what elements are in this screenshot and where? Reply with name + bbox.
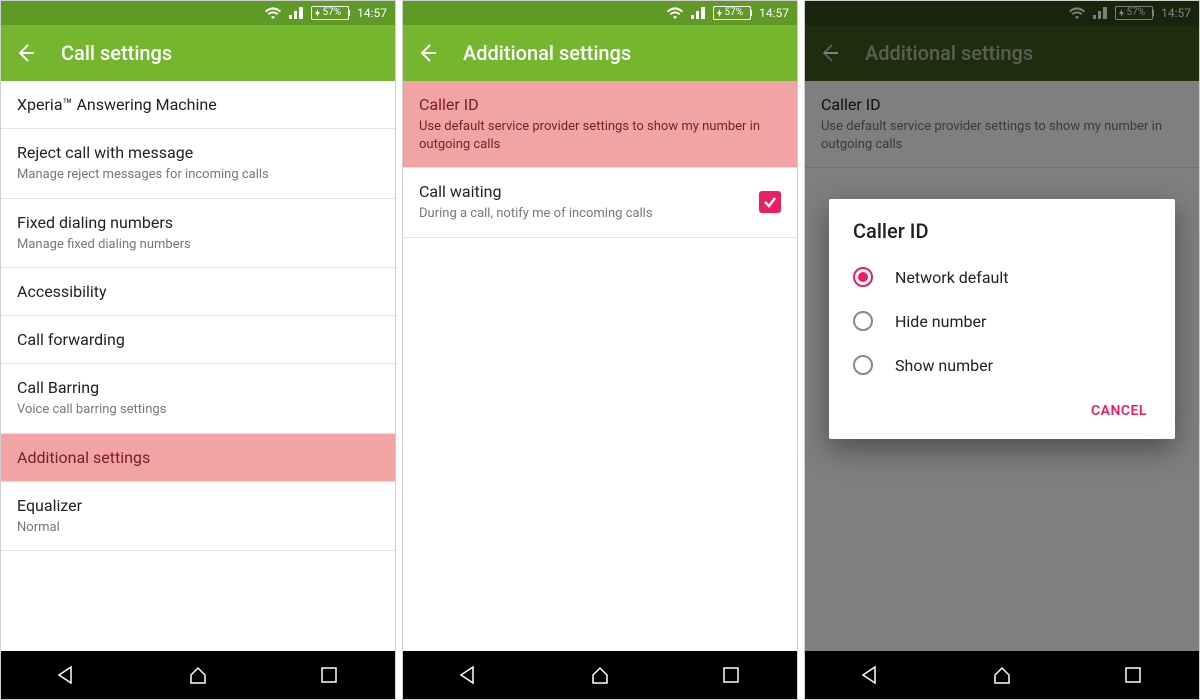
screen-call-settings: 57% 14:57 Call settings Xperia™ Answerin… [0, 0, 396, 700]
status-bar: 57% 14:57 [1, 1, 395, 25]
clock-text: 14:57 [357, 6, 387, 20]
battery-text: 57% [1127, 7, 1146, 19]
radio-icon [853, 311, 873, 331]
list-item-title: Call forwarding [17, 330, 379, 349]
page-title: Call settings [61, 41, 172, 65]
nav-home-icon[interactable] [588, 663, 612, 687]
nav-bar [805, 651, 1199, 699]
list-item-sub: During a call, notify me of incoming cal… [419, 205, 747, 223]
list-item-call-barring[interactable]: Call Barring Voice call barring settings [1, 364, 395, 434]
nav-home-icon[interactable] [990, 663, 1014, 687]
screen-caller-id-dialog: 57% 14:57 Additional settings Caller ID … [804, 0, 1200, 700]
page-title: Additional settings [865, 41, 1033, 65]
list-item-sub: Use default service provider settings to… [821, 118, 1183, 153]
app-bar: Additional settings [403, 25, 797, 81]
list-item-title: Caller ID [821, 95, 1183, 114]
list-item-call-waiting[interactable]: Call waiting During a call, notify me of… [403, 168, 797, 238]
dialog-actions: CANCEL [829, 387, 1175, 431]
battery-indicator: 57% [1115, 6, 1154, 20]
list-item-caller-id[interactable]: Caller ID Use default service provider s… [403, 81, 797, 168]
list-item-title: Call Barring [17, 378, 379, 397]
nav-back-icon[interactable] [457, 663, 481, 687]
settings-list: Xperia™ Answering Machine Reject call wi… [1, 81, 395, 651]
back-icon[interactable] [13, 41, 37, 65]
radio-option-hide-number[interactable]: Hide number [829, 299, 1175, 343]
page-title: Additional settings [463, 41, 631, 65]
status-bar: 57% 14:57 [805, 1, 1199, 25]
radio-label: Network default [895, 268, 1009, 287]
signal-icon [289, 7, 303, 19]
list-item-fixed-dialing[interactable]: Fixed dialing numbers Manage fixed diali… [1, 199, 395, 269]
list-item-title: Additional settings [17, 448, 379, 467]
list-item-sub: Manage reject messages for incoming call… [17, 166, 379, 184]
clock-text: 14:57 [1161, 6, 1191, 20]
back-icon[interactable] [817, 41, 841, 65]
battery-indicator: 57% [713, 6, 752, 20]
settings-list: Caller ID Use default service provider s… [403, 81, 797, 651]
app-bar: Additional settings [805, 25, 1199, 81]
list-item-title: Call waiting [419, 182, 747, 201]
call-waiting-checkbox[interactable] [759, 191, 781, 213]
list-item-answering-machine[interactable]: Xperia™ Answering Machine [1, 81, 395, 129]
list-item-title: Reject call with message [17, 143, 379, 162]
signal-icon [691, 7, 705, 19]
nav-back-icon[interactable] [55, 663, 79, 687]
list-item-title: Fixed dialing numbers [17, 213, 379, 232]
nav-bar [403, 651, 797, 699]
radio-label: Hide number [895, 312, 986, 331]
radio-option-network-default[interactable]: Network default [829, 255, 1175, 299]
radio-option-show-number[interactable]: Show number [829, 343, 1175, 387]
list-item-reject-call[interactable]: Reject call with message Manage reject m… [1, 129, 395, 199]
battery-text: 57% [725, 7, 744, 19]
signal-icon [1093, 7, 1107, 19]
nav-home-icon[interactable] [186, 663, 210, 687]
nav-back-icon[interactable] [859, 663, 883, 687]
list-item-equalizer[interactable]: Equalizer Normal [1, 482, 395, 552]
list-item-accessibility[interactable]: Accessibility [1, 268, 395, 316]
battery-indicator: 57% [311, 6, 350, 20]
wifi-icon [1069, 7, 1085, 19]
list-item-sub: Use default service provider settings to… [419, 118, 781, 153]
nav-recent-icon[interactable] [317, 663, 341, 687]
screen-additional-settings: 57% 14:57 Additional settings Caller ID … [402, 0, 798, 700]
list-item-sub: Normal [17, 519, 379, 537]
wifi-icon [667, 7, 683, 19]
list-item-additional-settings[interactable]: Additional settings [1, 434, 395, 482]
list-item-sub: Voice call barring settings [17, 401, 379, 419]
list-item-caller-id[interactable]: Caller ID Use default service provider s… [805, 81, 1199, 168]
wifi-icon [265, 7, 281, 19]
caller-id-dialog: Caller ID Network default Hide number Sh… [829, 199, 1175, 439]
nav-bar [1, 651, 395, 699]
dialog-title: Caller ID [829, 199, 1175, 255]
list-item-title: Caller ID [419, 95, 781, 114]
radio-label: Show number [895, 356, 993, 375]
list-item-sub: Manage fixed dialing numbers [17, 236, 379, 254]
status-bar: 57% 14:57 [403, 1, 797, 25]
clock-text: 14:57 [759, 6, 789, 20]
radio-icon [853, 267, 873, 287]
nav-recent-icon[interactable] [719, 663, 743, 687]
app-bar: Call settings [1, 25, 395, 81]
radio-icon [853, 355, 873, 375]
battery-text: 57% [323, 7, 342, 19]
back-icon[interactable] [415, 41, 439, 65]
list-item-title: Xperia™ Answering Machine [17, 95, 379, 114]
list-item-title: Equalizer [17, 496, 379, 515]
cancel-button[interactable]: CANCEL [1079, 395, 1159, 427]
nav-recent-icon[interactable] [1121, 663, 1145, 687]
list-item-title: Accessibility [17, 282, 379, 301]
list-item-call-forwarding[interactable]: Call forwarding [1, 316, 395, 364]
